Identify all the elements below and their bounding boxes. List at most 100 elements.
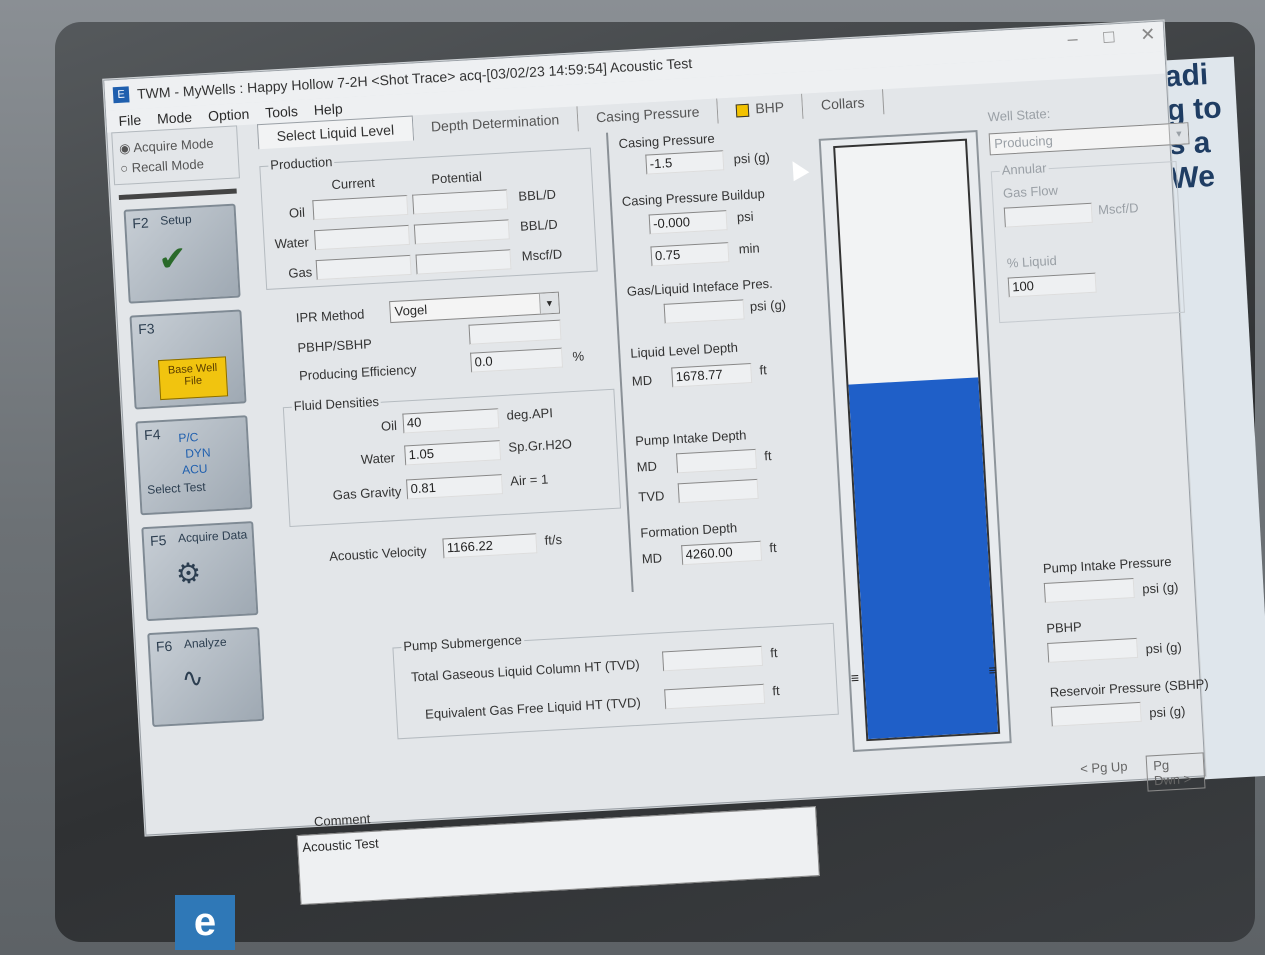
page-down-button[interactable]: Pg Dwn > xyxy=(1145,752,1206,792)
menu-mode[interactable]: Mode xyxy=(157,109,193,127)
gas-potential-field[interactable] xyxy=(415,249,512,275)
pid-md-label: MD xyxy=(636,458,658,475)
f6-label: Analyze xyxy=(183,634,227,652)
acquire-mode-radio[interactable]: ◉ Acquire Mode xyxy=(119,135,232,157)
water-current-field[interactable] xyxy=(313,224,410,251)
well-state-select[interactable]: Producing ▼ xyxy=(988,122,1190,156)
total-liquid-column-unit: ft xyxy=(769,645,778,661)
efficiency-unit: % xyxy=(572,348,585,364)
gas-free-liquid-label: Equivalent Gas Free Liquid HT (TVD) xyxy=(424,694,642,722)
casing-pressure-field[interactable]: -1.5 xyxy=(645,150,725,175)
gas-flow-field[interactable] xyxy=(1003,202,1093,228)
lld-md-label: MD xyxy=(631,372,653,389)
annular-title: Annular xyxy=(999,160,1049,178)
pump-intake-tvd-field[interactable] xyxy=(677,478,759,504)
acu-label: ACU xyxy=(181,461,208,477)
gas-flow-unit: Mscf/D xyxy=(1097,200,1139,218)
f5-acquire-data-button[interactable]: F5 Acquire Data ⚙ xyxy=(141,521,259,622)
annular-group: Annular Gas Flow Mscf/D % Liquid 100 xyxy=(990,160,1185,324)
production-group: Production Current Potential Oil Water G… xyxy=(259,147,598,290)
f3-base-well-file-button[interactable]: F3 Base Well File xyxy=(129,309,247,410)
f6-analyze-button[interactable]: F6 Analyze ∿ xyxy=(147,626,265,728)
pump-intake-md-field[interactable] xyxy=(676,448,758,474)
buildup-pressure-unit: psi xyxy=(736,208,754,225)
f3-key: F3 xyxy=(137,320,156,338)
f2-key: F2 xyxy=(131,214,150,232)
oil-api-field[interactable]: 40 xyxy=(402,408,500,434)
fluid-densities-group: Fluid Densities Oil 40 deg.API Water 1.0… xyxy=(282,388,622,528)
f2-setup-button[interactable]: F2 Setup ✔ xyxy=(123,203,241,304)
water-unit: BBL/D xyxy=(519,216,559,234)
menu-help[interactable]: Help xyxy=(313,100,343,118)
gas-liquid-interface-field[interactable] xyxy=(663,299,745,324)
gas-liquid-interface-label: Gas/Liquid Inteface Pres. xyxy=(626,275,774,299)
divider xyxy=(118,188,237,201)
pbhp-sbhp-field[interactable] xyxy=(468,319,562,345)
menu-tools[interactable]: Tools xyxy=(265,103,299,121)
ipr-method-value: Vogel xyxy=(394,302,428,319)
pbhp-field[interactable] xyxy=(1047,637,1139,663)
dyn-label: DYN xyxy=(184,445,211,461)
liquid-level-depth-field[interactable]: 1678.77 xyxy=(671,363,753,388)
water-potential-field[interactable] xyxy=(413,219,510,245)
gas-gravity-unit: Air = 1 xyxy=(509,471,549,489)
gas-gravity-field[interactable]: 0.81 xyxy=(406,474,504,500)
tab-collars[interactable]: Collars xyxy=(802,89,885,119)
oil-current-field[interactable] xyxy=(312,194,409,221)
gas-current-field[interactable] xyxy=(315,254,412,281)
close-button[interactable]: ✕ xyxy=(1140,24,1156,46)
f6-key: F6 xyxy=(155,637,173,655)
minimize-button[interactable]: – xyxy=(1067,28,1078,50)
percent-liquid-label: % Liquid xyxy=(1006,252,1058,271)
gas-label: Gas xyxy=(287,264,313,281)
formation-md-label: MD xyxy=(641,550,663,567)
acquire-mode-label: Acquire Mode xyxy=(132,135,214,156)
producing-efficiency-field[interactable]: 0.0 xyxy=(470,347,564,373)
pump-intake-md-unit: ft xyxy=(763,448,772,464)
depth-marker-right: ≡ xyxy=(988,661,998,679)
pump-intake-depth-label: Pump Intake Depth xyxy=(634,427,747,449)
buildup-time-field[interactable]: 0.75 xyxy=(650,242,730,267)
formation-depth-label: Formation Depth xyxy=(639,520,738,541)
current-header: Current xyxy=(331,174,376,193)
water-sg-field[interactable]: 1.05 xyxy=(404,440,502,466)
oil-potential-field[interactable] xyxy=(412,189,509,215)
reservoir-pressure-label: Reservoir Pressure (SBHP) xyxy=(1049,676,1210,700)
pump-intake-pressure-field[interactable] xyxy=(1043,578,1135,604)
pump-submergence-group: Pump Submergence Total Gaseous Liquid Co… xyxy=(392,622,839,740)
f4-select-test-button[interactable]: F4 P/C DYN ACU Select Test xyxy=(135,415,253,516)
well-state-label: Well State: xyxy=(987,105,1051,125)
app-icon: E xyxy=(112,86,130,104)
recall-mode-radio[interactable]: ○ Recall Mode xyxy=(120,155,233,176)
page-up-button[interactable]: < Pg Up xyxy=(1074,756,1134,778)
fluid-densities-title: Fluid Densities xyxy=(291,393,382,414)
edge-icon[interactable]: e xyxy=(175,895,235,950)
gas-liquid-interface-unit: psi (g) xyxy=(749,297,787,314)
checkmark-icon: ✔ xyxy=(157,239,188,279)
tab-bhp-label: BHP xyxy=(754,98,785,117)
gas-free-liquid-field[interactable] xyxy=(664,683,766,710)
pbhp-label: PBHP xyxy=(1045,618,1083,636)
water-label: Water xyxy=(274,234,310,252)
acoustic-velocity-field[interactable]: 1166.22 xyxy=(442,533,538,559)
pump-intake-pressure-unit: psi (g) xyxy=(1141,579,1179,597)
reservoir-pressure-unit: psi (g) xyxy=(1148,703,1186,721)
water-sg-unit: Sp.Gr.H2O xyxy=(507,436,573,455)
menu-option[interactable]: Option xyxy=(208,106,250,124)
acquisition-device-icon: ⚙ xyxy=(175,557,202,590)
well-state-value: Producing xyxy=(993,132,1054,152)
maximize-button[interactable]: □ xyxy=(1103,26,1115,48)
ipr-method-select[interactable]: Vogel ▼ xyxy=(389,291,561,324)
tab-bhp[interactable]: BHP xyxy=(717,93,804,124)
menu-file[interactable]: File xyxy=(118,112,141,129)
total-liquid-column-field[interactable] xyxy=(662,645,764,672)
pc-label: P/C xyxy=(177,430,199,446)
gas-flow-label: Gas Flow xyxy=(1002,182,1059,201)
acoustic-velocity-label: Acoustic Velocity xyxy=(328,543,428,564)
formation-depth-field[interactable]: 4260.00 xyxy=(681,540,763,566)
reservoir-pressure-field[interactable] xyxy=(1050,701,1142,727)
potential-header: Potential xyxy=(430,168,483,187)
percent-liquid-field[interactable]: 100 xyxy=(1007,272,1097,298)
pbhp-unit: psi (g) xyxy=(1145,639,1183,657)
buildup-pressure-field[interactable]: -0.000 xyxy=(648,210,728,235)
